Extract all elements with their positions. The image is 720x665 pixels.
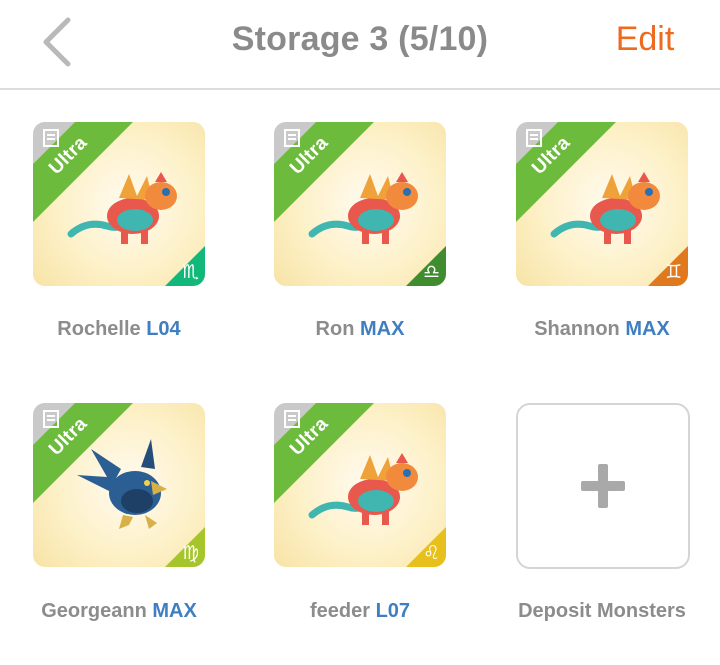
note-icon xyxy=(43,410,59,428)
zodiac-badge: ♊ xyxy=(648,246,688,286)
note-icon xyxy=(284,129,300,147)
monster-slot-4[interactable]: Ultra ♍ xyxy=(33,403,205,567)
note-icon xyxy=(284,410,300,428)
note-icon xyxy=(43,129,59,147)
dragon-icon xyxy=(550,172,660,244)
note-icon xyxy=(526,129,542,147)
dragon-icon xyxy=(308,453,418,525)
monster-name: Rochelle xyxy=(57,318,141,340)
nav-header: Storage 3 (5/10) Edit xyxy=(0,0,720,88)
monster-level: L07 xyxy=(375,600,411,622)
zodiac-badge: ♏ xyxy=(165,246,205,286)
zodiac-badge: ♍ xyxy=(165,527,205,567)
monster-slot-3[interactable]: Ultra ♊ xyxy=(516,122,688,286)
monster-slot-5[interactable]: Ultra ♌ xyxy=(274,403,446,567)
monster-name: Ron xyxy=(315,318,355,340)
monster-name: Shannon xyxy=(534,318,620,340)
deposit-label: Deposit Monsters xyxy=(518,600,686,622)
monster-slot-1[interactable]: Ultra ♏ xyxy=(33,122,205,286)
bird-dragon-icon xyxy=(77,439,167,529)
zodiac-badge: ♎ xyxy=(406,246,446,286)
monster-caption-4: Georgeann MAX xyxy=(9,600,229,623)
zodiac-scorpio-icon: ♏ xyxy=(181,261,199,283)
dragon-icon xyxy=(67,172,177,244)
zodiac-gemini-icon: ♊ xyxy=(664,261,682,283)
monster-caption-5: feeder L07 xyxy=(250,600,470,623)
monster-level: MAX xyxy=(152,600,197,622)
zodiac-badge: ♌ xyxy=(406,527,446,567)
monster-caption-2: Ron MAX xyxy=(250,318,470,341)
monster-level: MAX xyxy=(360,318,405,340)
deposit-monsters-button[interactable] xyxy=(516,403,690,569)
monster-level: L04 xyxy=(146,318,181,340)
dragon-icon xyxy=(308,172,418,244)
monster-caption-3: Shannon MAX xyxy=(492,318,712,341)
monster-name: Georgeann xyxy=(41,600,147,622)
monster-slot-2[interactable]: Ultra ♎ xyxy=(274,122,446,286)
monster-name: feeder xyxy=(309,600,370,622)
header-divider xyxy=(0,88,720,90)
edit-button[interactable]: Edit xyxy=(590,20,700,59)
monster-caption-1: Rochelle L04 xyxy=(9,318,229,341)
zodiac-libra-icon: ♎ xyxy=(422,261,440,283)
zodiac-virgo-icon: ♍ xyxy=(181,542,199,564)
monster-level: MAX xyxy=(625,318,670,340)
zodiac-leo-icon: ♌ xyxy=(422,542,440,564)
